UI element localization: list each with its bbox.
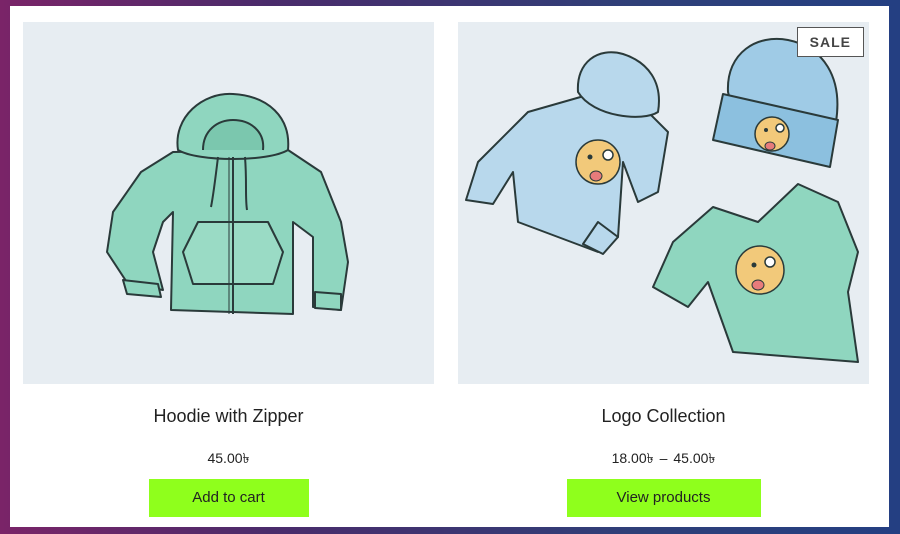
product-image[interactable]: SALE (458, 22, 869, 384)
product-price: 45.00৳ (207, 450, 250, 466)
price-max: 45.00৳ (673, 450, 716, 466)
product-card-logo-collection: SALE Logo Collection 18.00৳ –45.00৳ View … (458, 22, 869, 517)
product-title[interactable]: Hoodie with Zipper (23, 405, 434, 427)
price-separator: – (659, 450, 668, 466)
product-card-hoodie-with-zipper: Hoodie with Zipper 45.00৳ Add to cart (23, 22, 434, 517)
price-min: 18.00৳ (611, 450, 654, 466)
sale-badge: SALE (796, 27, 864, 57)
view-products-button[interactable]: View products (566, 479, 761, 517)
product-grid: Hoodie with Zipper 45.00৳ Add to cart SA… (10, 6, 889, 527)
product-image[interactable] (23, 22, 434, 384)
add-to-cart-button[interactable]: Add to cart (148, 479, 309, 517)
zip-hoodie-icon (106, 92, 349, 315)
product-price-range: 18.00৳ –45.00৳ (458, 449, 869, 467)
logo-collection-icon (465, 37, 859, 363)
product-title[interactable]: Logo Collection (458, 405, 869, 427)
